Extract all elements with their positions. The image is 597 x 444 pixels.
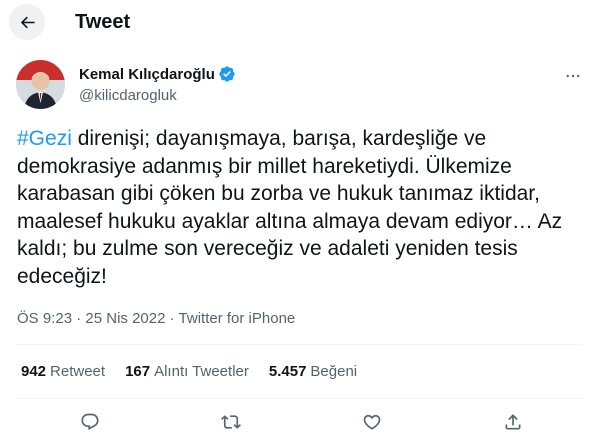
- stat-label: Retweet: [50, 363, 106, 380]
- retweet-count[interactable]: 942 Retweet: [21, 363, 105, 380]
- share-button[interactable]: [501, 410, 525, 434]
- stat-label: Alıntı Tweetler: [154, 363, 249, 380]
- avatar-image: [16, 60, 65, 109]
- quote-tweet-count[interactable]: 167 Alıntı Tweetler: [125, 363, 249, 380]
- meta-separator: ·: [169, 310, 175, 327]
- divider: [16, 398, 582, 399]
- tweet-stats: 942 Retweet 167 Alıntı Tweetler 5.457 Beğen…: [21, 363, 377, 380]
- tweet-text: #Gezi direnişi; dayanışmaya, barışa, kar…: [17, 125, 582, 290]
- tweet-body: direnişi; dayanışmaya, barışa, kardeşliğ…: [17, 127, 563, 288]
- tweet-source[interactable]: Twitter for iPhone: [179, 310, 296, 327]
- page-title: Tweet: [75, 11, 131, 33]
- back-button[interactable]: [9, 4, 45, 40]
- tweet-time[interactable]: ÖS 9:23: [17, 310, 72, 327]
- retweet-icon: [221, 415, 241, 429]
- share-icon: [505, 414, 521, 430]
- tweet-author: Kemal Kılıçdaroğlu @kilicdarogluk: [16, 60, 586, 112]
- action-bar: [16, 400, 582, 444]
- name-row: Kemal Kılıçdaroğlu: [79, 65, 236, 83]
- more-horizontal-icon: [566, 74, 580, 78]
- tweet-meta: ÖS 9:23 · 25 Nis 2022 · Twitter for iPho…: [17, 310, 295, 327]
- like-count[interactable]: 5.457 Beğeni: [269, 363, 357, 380]
- hashtag-link[interactable]: #Gezi: [17, 127, 72, 150]
- more-button[interactable]: [562, 65, 584, 87]
- retweet-button[interactable]: [219, 410, 243, 434]
- like-button[interactable]: [360, 410, 384, 434]
- user-handle[interactable]: @kilicdarogluk: [79, 87, 177, 104]
- avatar[interactable]: [16, 60, 65, 109]
- stat-count: 5.457: [268, 363, 307, 380]
- stat-label: Beğeni: [310, 363, 358, 380]
- stat-count: 942: [21, 363, 47, 380]
- verified-badge-icon: [219, 66, 235, 82]
- divider: [16, 344, 582, 345]
- arrow-left-icon: [20, 16, 35, 28]
- stat-count: 167: [125, 363, 151, 380]
- reply-button[interactable]: [78, 410, 102, 434]
- tweet-date[interactable]: 25 Nis 2022: [85, 310, 165, 327]
- meta-separator: ·: [76, 310, 82, 327]
- reply-icon: [81, 413, 99, 431]
- display-name[interactable]: Kemal Kılıçdaroğlu: [79, 66, 215, 83]
- heart-icon: [363, 414, 381, 430]
- top-bar: Tweet: [0, 0, 597, 46]
